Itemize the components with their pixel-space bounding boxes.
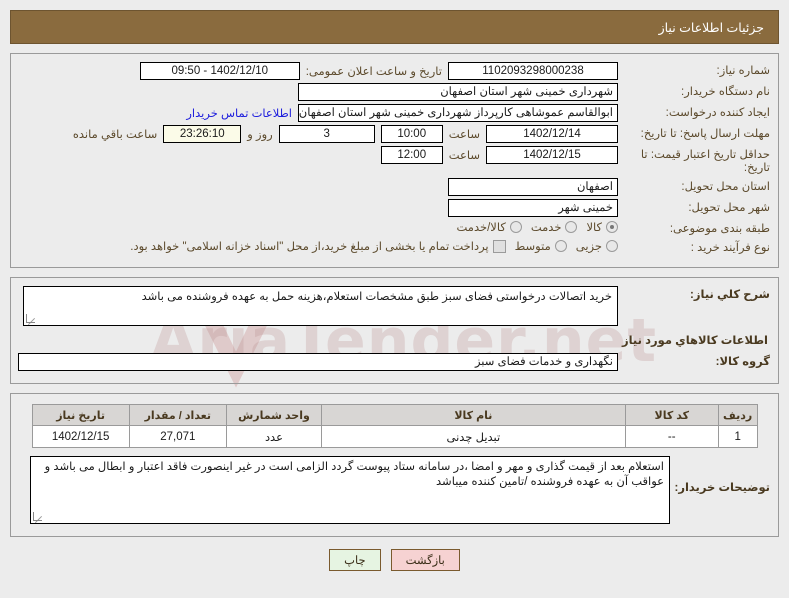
buyer-notes-value: استعلام بعد از قیمت گذاری و مهر و امضا ،… [44,461,664,488]
purchase-type-option-label: متوسط [514,241,551,253]
action-button-bar: بازگشت چاپ [0,549,789,571]
price-validity-time[interactable]: 12:00 [380,146,443,164]
purchase-type-option-minor[interactable]: جزیی [576,239,618,253]
subject-class-option-goods[interactable]: کالا [586,220,618,234]
remaining-days-label: روز و [247,129,273,141]
cell-name: تبدیل چدنی [321,425,626,448]
creator-label: ایجاد کننده درخواست: [665,107,770,119]
buyer-notes-textarea[interactable]: استعلام بعد از قیمت گذاری و مهر و امضا ،… [30,456,670,524]
col-need-date: تاریخ نیاز [31,404,130,426]
purchase-type-option-label: جزیی [575,241,602,253]
need-number-value[interactable]: 1102093298000238 [448,62,618,80]
remaining-days-value: 3 [278,125,375,143]
row-price-validity: حداقل تاریخ اعتبار قیمت: تا تاریخ: 1402/… [19,146,770,175]
cell-radif: 1 [717,425,758,448]
col-qty: تعداد / مقدار [128,404,227,426]
radio-icon[interactable] [606,221,618,233]
row-buyer-org: نام دستگاه خریدار: شهرداری خمینی شهر است… [19,83,770,101]
row-purchase-type: نوع فرآیند خرید : جزیی متوسط پرداخت تمام… [19,239,770,255]
subject-class-radio-group[interactable]: کالا خدمت کالا/خدمت [457,220,618,234]
purchase-type-radio-group[interactable]: جزیی متوسط پرداخت تمام یا بخشی از مبلغ خ… [130,239,618,253]
public-announce-value[interactable]: 1402/12/10 - 09:50 [139,62,300,80]
page-title-bar: جزئیات اطلاعات نیاز [10,10,779,44]
row-response-deadline: مهلت ارسال پاسخ: تا تاریخ: 1402/12/14 سا… [19,125,770,143]
table-row[interactable]: 1 -- تبدیل چدنی عدد 27,071 1402/12/15 [31,425,758,448]
buyer-org-label: نام دستگاه خریدار: [681,86,770,98]
treasury-bond-note: پرداخت تمام یا بخشی از مبلغ خرید،از محل … [130,241,489,253]
description-value: خرید اتصالات درخواستی فضای سبز طبق مشخصا… [141,291,612,303]
back-button[interactable]: بازگشت [390,549,460,571]
response-deadline-date[interactable]: 1402/12/14 [486,125,618,143]
response-deadline-time[interactable]: 10:00 [380,125,443,143]
print-button[interactable]: چاپ [329,549,381,571]
col-code: کد کالا [624,404,719,426]
radio-icon[interactable] [606,240,618,252]
need-info-panel: شماره نیاز: 1102093298000238 تاریخ و ساع… [10,53,779,268]
checkbox-icon[interactable] [492,239,506,253]
description-textarea[interactable]: خرید اتصالات درخواستی فضای سبز طبق مشخصا… [23,286,618,326]
col-unit: واحد شمارش [225,404,323,426]
buyer-org-value[interactable]: شهرداری خمینی شهر استان اصفهان [298,83,618,101]
price-validity-time-label: ساعت [448,150,480,162]
need-number-label: شماره نیاز: [716,65,771,77]
delivery-province-value[interactable]: اصفهان [448,178,618,196]
goods-section-title: اطلاعات كالاهاي مورد نياز [621,335,768,347]
goods-group-value[interactable]: نگهداری و خدمات فضای سبز [18,353,618,371]
purchase-type-label: نوع فرآیند خرید : [690,242,770,254]
col-name: نام کالا [321,404,626,426]
cell-qty: 27,071 [128,425,227,448]
price-validity-label: حداقل تاریخ اعتبار قیمت: تا تاریخ: [640,149,770,174]
row-creator: ایجاد کننده درخواست: ابوالقاسم عموشاهی ک… [19,104,770,122]
radio-icon[interactable] [565,221,578,233]
cell-need-date: 1402/12/15 [31,425,130,448]
buyer-contact-link[interactable]: اطلاعات تماس خریدار [186,106,292,120]
response-deadline-label: مهلت ارسال پاسخ: تا تاریخ: [640,128,770,140]
radio-icon[interactable] [554,240,567,252]
subject-class-option-goods-service[interactable]: کالا/خدمت [457,220,522,234]
resize-grip-icon[interactable] [34,512,43,523]
cell-code: -- [624,425,719,448]
radio-icon[interactable] [509,221,522,233]
description-label: شرح كلي نياز: [690,289,770,301]
row-description: شرح كلي نياز: خرید اتصالات درخواستی فضای… [19,286,770,326]
row-subject-class: طبقه بندی موضوعی: کالا خدمت کالا/خدمت [19,220,770,236]
subject-class-option-service[interactable]: خدمت [531,220,578,234]
need-description-panel: شرح كلي نياز: خرید اتصالات درخواستی فضای… [10,277,779,384]
page-root: AriaTender.net جزئیات اطلاعات نیاز شماره… [0,10,789,598]
creator-value[interactable]: ابوالقاسم عموشاهی کارپرداز شهرداری خمینی… [298,104,618,122]
table-header-row: ردیف کد کالا نام کالا واحد شمارش تعداد /… [31,404,758,426]
subject-class-label: طبقه بندی موضوعی: [669,223,770,235]
price-validity-date[interactable]: 1402/12/15 [486,146,618,164]
goods-group-label: گروه كالا: [715,356,770,368]
page-title: جزئیات اطلاعات نیاز [658,20,764,35]
delivery-city-label: شهر محل تحویل: [688,202,770,214]
subject-class-option-label: کالا [586,222,602,234]
items-table: ردیف کد کالا نام کالا واحد شمارش تعداد /… [31,404,758,448]
cell-unit: عدد [225,425,323,448]
row-buyer-notes: توضیحات خریدار: استعلام بعد از قیمت گذار… [19,456,770,524]
delivery-city-value[interactable]: خمینی شهر [448,199,618,217]
items-and-notes-panel: ردیف کد کالا نام کالا واحد شمارش تعداد /… [10,393,779,537]
row-need-number: شماره نیاز: 1102093298000238 تاریخ و ساع… [19,62,770,80]
row-delivery-city: شهر محل تحویل: خمینی شهر [19,199,770,217]
purchase-type-option-medium[interactable]: متوسط [515,239,567,253]
countdown-timer-label: ساعت باقي مانده [72,129,158,141]
public-announce-label: تاریخ و ساعت اعلان عمومی: [305,66,442,78]
subject-class-option-label: خدمت [530,222,562,234]
row-goods-group: گروه كالا: نگهداری و خدمات فضای سبز [18,353,770,371]
response-deadline-time-label: ساعت [448,129,480,141]
resize-grip-icon[interactable] [27,314,36,325]
row-delivery-province: استان محل تحویل: اصفهان [19,178,770,196]
treasury-bond-checkbox-wrap[interactable]: پرداخت تمام یا بخشی از مبلغ خرید،از محل … [130,239,506,253]
delivery-province-label: استان محل تحویل: [681,181,770,193]
buyer-notes-label: توضیحات خریدار: [674,482,771,494]
col-radif: ردیف [717,404,758,426]
subject-class-option-label: کالا/خدمت [456,222,506,234]
countdown-timer: 23:26:10 [163,125,242,143]
